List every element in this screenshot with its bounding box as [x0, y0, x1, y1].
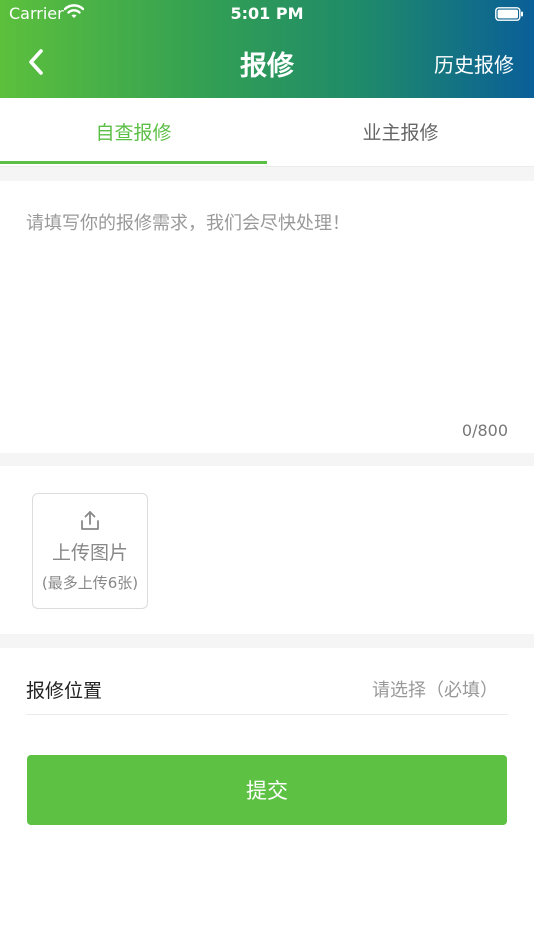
section-divider	[0, 167, 534, 181]
tab-owner-repair[interactable]: 业主报修	[267, 98, 534, 164]
submit-button[interactable]: 提交	[27, 755, 507, 825]
repair-description-input[interactable]	[26, 209, 506, 399]
status-bar: Carrier 5:01 PM	[0, 0, 534, 28]
upload-limit-note: (最多上传6张)	[41, 574, 139, 592]
history-repair-link[interactable]: 历史报修	[434, 49, 514, 78]
row-divider	[26, 714, 508, 715]
battery-icon	[495, 6, 524, 25]
header: Carrier 5:01 PM 报修 历史报修	[0, 0, 534, 98]
tab-bar: 自查报修 业主报修	[0, 98, 534, 167]
chevron-left-icon	[29, 49, 43, 75]
repair-location-label: 报修位置	[26, 680, 103, 702]
repair-location-selector[interactable]: 报修位置 请选择（必填）	[0, 648, 534, 714]
char-counter: 0/800	[461, 421, 508, 440]
section-divider	[0, 634, 534, 648]
upload-image-button[interactable]: 上传图片 (最多上传6张)	[32, 493, 148, 609]
tab-self-check-repair[interactable]: 自查报修	[0, 98, 267, 164]
upload-label: 上传图片	[51, 542, 128, 564]
upload-section: 上传图片 (最多上传6张)	[0, 466, 534, 634]
active-tab-indicator	[0, 161, 267, 164]
upload-icon	[79, 510, 101, 536]
section-divider	[0, 453, 534, 466]
repair-location-placeholder: 请选择（必填）	[372, 680, 498, 701]
back-button[interactable]	[14, 40, 58, 84]
description-section: 0/800	[0, 181, 534, 453]
status-time: 5:01 PM	[230, 4, 304, 23]
